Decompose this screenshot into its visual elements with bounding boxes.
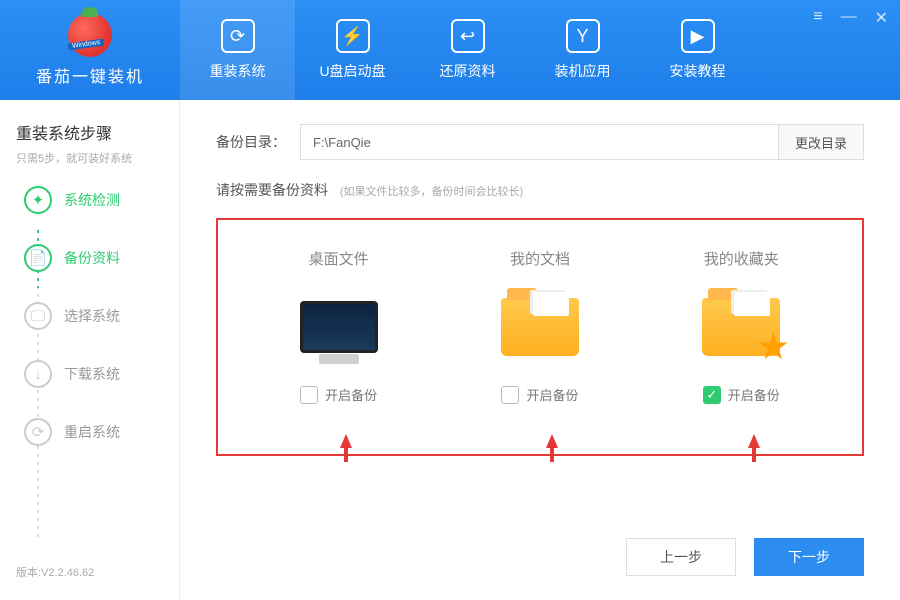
backup-checkbox-favorites[interactable]: ✓ 开启备份 xyxy=(703,385,780,404)
pulse-icon: ✦ xyxy=(24,186,52,214)
checkbox-label: 开启备份 xyxy=(526,385,578,404)
step-reboot[interactable]: ⟳ 重启系统 xyxy=(24,418,163,446)
tab-label: 还原资料 xyxy=(440,61,496,81)
content: 备份目录： 更改目录 请按需要备份资料 (如果文件比较多，备份时间会比较长) 桌… xyxy=(180,100,900,600)
version-text: 版本:V2.2.46.62 xyxy=(16,564,163,580)
tab-usb-boot[interactable]: ⚡ U盘启动盘 xyxy=(295,0,410,100)
backup-item-title: 我的收藏夹 xyxy=(704,248,779,269)
checkbox-checked-icon: ✓ xyxy=(703,386,721,404)
footer-buttons: 上一步 下一步 xyxy=(626,538,864,576)
desktop-icon xyxy=(294,287,384,367)
tomato-logo-icon: Windows xyxy=(68,13,112,57)
step-label: 选择系统 xyxy=(64,306,120,326)
tab-apps[interactable]: Y 装机应用 xyxy=(525,0,640,100)
dir-label: 备份目录： xyxy=(216,132,286,152)
backup-checkbox-documents[interactable]: 开启备份 xyxy=(501,385,578,404)
menu-icon[interactable]: ≡ xyxy=(813,8,822,28)
checkbox-label: 开启备份 xyxy=(325,385,377,404)
backup-dir-input[interactable] xyxy=(300,124,779,160)
step-select-system[interactable]: 🖵 选择系统 xyxy=(24,302,163,330)
checkbox-icon xyxy=(300,386,318,404)
step-label: 重启系统 xyxy=(64,422,120,442)
checkbox-label: 开启备份 xyxy=(728,385,780,404)
backup-item-title: 我的文档 xyxy=(510,248,570,269)
window-controls: ≡ — ✕ xyxy=(813,8,888,28)
titlebar: Windows 番茄一键装机 ⟳ 重装系统 ⚡ U盘启动盘 ↩ 还原资料 Y 装… xyxy=(0,0,900,100)
tab-restore[interactable]: ↩ 还原资料 xyxy=(410,0,525,100)
change-dir-button[interactable]: 更改目录 xyxy=(779,124,864,160)
prompt-note: (如果文件比较多，备份时间会比较长) xyxy=(340,186,523,198)
app-title: 番茄一键装机 xyxy=(36,63,144,87)
document-icon: 📄 xyxy=(24,244,52,272)
bolt-icon: ⚡ xyxy=(336,19,370,53)
sidebar-subtitle: 只需5步，就可装好系统 xyxy=(16,150,163,166)
app-icon: Y xyxy=(566,19,600,53)
tab-reinstall[interactable]: ⟳ 重装系统 xyxy=(180,0,295,100)
tab-label: 安装教程 xyxy=(670,61,726,81)
backup-checkbox-desktop[interactable]: 开启备份 xyxy=(300,385,377,404)
annotation-arrow-icon xyxy=(748,434,760,448)
tab-label: 重装系统 xyxy=(210,61,266,81)
tab-label: 装机应用 xyxy=(555,61,611,81)
step-label: 下载系统 xyxy=(64,364,120,384)
sidebar: 重装系统步骤 只需5步，就可装好系统 ✦ 系统检测 📄 备份资料 🖵 选择系统 … xyxy=(0,100,180,600)
checkbox-icon xyxy=(501,386,519,404)
step-list: ✦ 系统检测 📄 备份资料 🖵 选择系统 ↓ 下载系统 ⟳ 重启系统 xyxy=(16,186,163,476)
backup-prompt: 请按需要备份资料 (如果文件比较多，备份时间会比较长) xyxy=(216,180,864,200)
minimize-icon[interactable]: — xyxy=(841,8,857,28)
backup-item-documents: 我的文档 开启备份 xyxy=(455,248,625,404)
next-button[interactable]: 下一步 xyxy=(754,538,864,576)
close-icon[interactable]: ✕ xyxy=(875,8,888,28)
tab-label: U盘启动盘 xyxy=(319,61,385,81)
refresh-icon: ⟳ xyxy=(221,19,255,53)
sidebar-title: 重装系统步骤 xyxy=(16,120,163,144)
folder-icon xyxy=(495,287,585,367)
main: 重装系统步骤 只需5步，就可装好系统 ✦ 系统检测 📄 备份资料 🖵 选择系统 … xyxy=(0,100,900,600)
tab-bar: ⟳ 重装系统 ⚡ U盘启动盘 ↩ 还原资料 Y 装机应用 ▶ 安装教程 xyxy=(180,0,755,100)
step-system-check[interactable]: ✦ 系统检测 xyxy=(24,186,163,214)
step-backup[interactable]: 📄 备份资料 xyxy=(24,244,163,272)
tab-tutorial[interactable]: ▶ 安装教程 xyxy=(640,0,755,100)
backup-item-favorites: 我的收藏夹 ✓ 开启备份 xyxy=(656,248,826,404)
logo-area: Windows 番茄一键装机 xyxy=(0,13,180,87)
step-label: 备份资料 xyxy=(64,248,120,268)
logo-banner: Windows xyxy=(68,39,105,51)
backup-options-box: 桌面文件 开启备份 我的文档 开启备份 我的收藏夹 ✓ xyxy=(216,218,864,456)
step-download[interactable]: ↓ 下载系统 xyxy=(24,360,163,388)
backup-item-desktop: 桌面文件 开启备份 xyxy=(254,248,424,404)
undo-icon: ↩ xyxy=(451,19,485,53)
prompt-text: 请按需要备份资料 xyxy=(216,182,328,198)
backup-dir-row: 备份目录： 更改目录 xyxy=(216,124,864,160)
reboot-icon: ⟳ xyxy=(24,418,52,446)
backup-item-title: 桌面文件 xyxy=(309,248,369,269)
step-label: 系统检测 xyxy=(64,190,120,210)
annotation-arrow-icon xyxy=(340,434,352,448)
folder-star-icon xyxy=(696,287,786,367)
annotation-arrow-icon xyxy=(546,434,558,448)
play-icon: ▶ xyxy=(681,19,715,53)
monitor-icon: 🖵 xyxy=(24,302,52,330)
download-icon: ↓ xyxy=(24,360,52,388)
prev-button[interactable]: 上一步 xyxy=(626,538,736,576)
